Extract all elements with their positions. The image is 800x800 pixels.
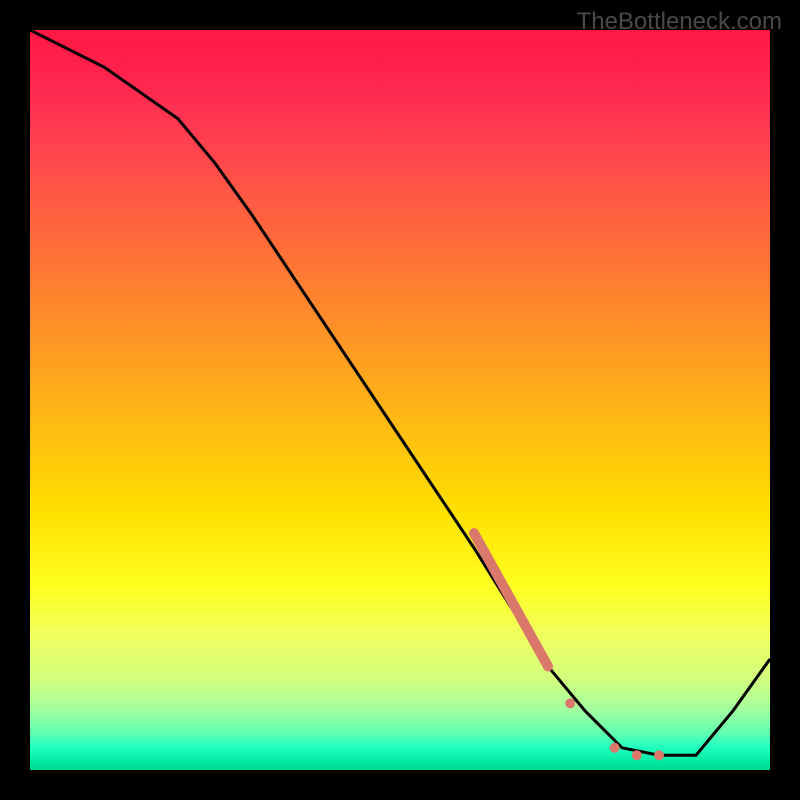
highlight-dot bbox=[610, 743, 620, 753]
bottleneck-curve bbox=[30, 30, 770, 755]
highlight-dot bbox=[565, 698, 575, 708]
highlight-dot bbox=[654, 750, 664, 760]
watermark-text: TheBottleneck.com bbox=[577, 8, 782, 36]
chart-svg bbox=[30, 30, 770, 770]
highlight-dot bbox=[632, 750, 642, 760]
chart-plot-area bbox=[30, 30, 770, 770]
highlight-segment bbox=[474, 533, 548, 666]
